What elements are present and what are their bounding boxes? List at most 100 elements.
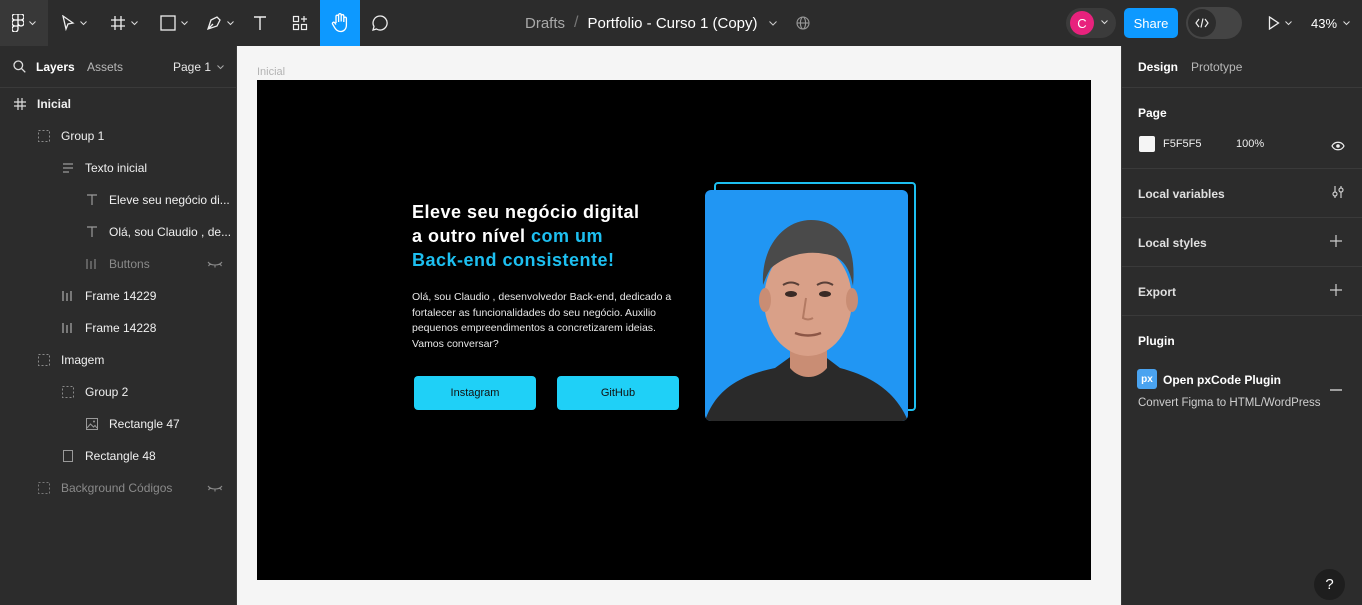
pen-icon	[206, 16, 221, 31]
layer-name: Buttons	[109, 257, 150, 271]
search-icon[interactable]	[13, 60, 26, 73]
page-color-value[interactable]: F5F5F5	[1163, 138, 1202, 150]
breadcrumb-separator: /	[574, 14, 579, 31]
move-tool-button[interactable]	[52, 0, 96, 46]
pointer-icon	[62, 15, 75, 31]
file-name[interactable]: Portfolio - Curso 1 (Copy)	[587, 15, 757, 32]
right-panel-tabs: Design Prototype	[1122, 46, 1362, 88]
variables-icon[interactable]	[1331, 185, 1345, 204]
layer-frame-14229[interactable]: Frame 14229	[0, 280, 236, 312]
rectangle-icon	[61, 449, 75, 463]
headline-line-2-accent: com um	[531, 226, 604, 246]
chevron-down-icon	[1343, 20, 1350, 25]
chevron-down-icon	[80, 20, 87, 25]
comment-icon	[372, 15, 388, 31]
resources-tool-button[interactable]	[284, 0, 316, 46]
group-icon	[37, 129, 51, 143]
figma-app: Drafts / Portfolio - Curso 1 (Copy) C Sh…	[0, 0, 1362, 605]
text-tool-button[interactable]	[244, 0, 276, 46]
layers-panel: Layers Assets Page 1 Inicial Group 1 Tex…	[0, 46, 237, 605]
frame-label[interactable]: Inicial	[257, 66, 285, 78]
auto-layout-horizontal-icon	[61, 289, 75, 303]
layer-rectangle-48[interactable]: Rectangle 48	[0, 440, 236, 472]
layer-name: Eleve seu negócio di...	[109, 193, 230, 207]
shape-tool-button[interactable]	[152, 0, 196, 46]
plugin-name[interactable]: Open pxCode Plugin	[1163, 373, 1281, 387]
chevron-down-icon[interactable]	[768, 20, 777, 26]
dev-mode-toggle[interactable]	[1186, 7, 1242, 39]
layer-rectangle-47[interactable]: Rectangle 47	[0, 408, 236, 440]
plugin-section: Plugin px Open pxCode Plugin Convert Fig…	[1122, 316, 1362, 436]
present-button[interactable]	[1262, 0, 1298, 46]
layer-buttons[interactable]: Buttons	[0, 248, 236, 280]
auto-layout-horizontal-icon	[85, 257, 99, 271]
globe-icon	[796, 16, 810, 30]
layer-frame-14228[interactable]: Frame 14228	[0, 312, 236, 344]
page-color-swatch[interactable]	[1139, 136, 1155, 152]
visibility-eye-icon[interactable]	[1331, 138, 1345, 156]
breadcrumb-drafts[interactable]: Drafts	[525, 15, 565, 32]
instagram-button[interactable]: Instagram	[414, 376, 536, 410]
image-icon	[85, 417, 99, 431]
layer-imagem[interactable]: Imagem	[0, 344, 236, 376]
layer-text-paragraph[interactable]: Olá, sou Claudio , de...	[0, 216, 236, 248]
chevron-down-icon	[29, 20, 36, 25]
share-button[interactable]: Share	[1124, 8, 1178, 38]
pen-tool-button[interactable]	[198, 0, 242, 46]
layer-name: Group 1	[61, 129, 105, 143]
export-section[interactable]: Export	[1122, 267, 1362, 316]
page-opacity-value[interactable]: 100%	[1236, 138, 1264, 150]
tab-assets[interactable]: Assets	[87, 46, 123, 88]
layer-group-1[interactable]: Group 1	[0, 120, 236, 152]
frame-icon	[111, 16, 125, 30]
text-icon	[254, 16, 266, 30]
layer-group-2[interactable]: Group 2	[0, 376, 236, 408]
figma-logo-icon	[12, 14, 24, 32]
add-export-plus-icon[interactable]	[1330, 280, 1342, 301]
layer-name: Rectangle 47	[109, 417, 180, 431]
zoom-dropdown[interactable]: 43%	[1311, 0, 1350, 46]
chevron-down-icon	[181, 20, 188, 25]
layer-name: Background Códigos	[61, 481, 173, 495]
components-icon	[292, 15, 308, 31]
layer-texto-inicial[interactable]: Texto inicial	[0, 152, 236, 184]
layer-background-codigos[interactable]: Background Códigos	[0, 472, 236, 504]
group-icon	[37, 481, 51, 495]
headline[interactable]: Eleve seu negócio digital a outro nível …	[412, 200, 682, 272]
local-styles-section[interactable]: Local styles	[1122, 218, 1362, 267]
layer-inicial[interactable]: Inicial	[0, 88, 236, 120]
page-selector-label: Page 1	[173, 60, 212, 74]
plugin-section-title: Plugin	[1138, 334, 1175, 348]
play-icon	[1268, 16, 1280, 30]
hidden-eye-icon[interactable]	[207, 257, 223, 271]
intro-paragraph[interactable]: Olá, sou Claudio , desenvolvedor Back-en…	[412, 290, 672, 352]
collapse-minus-icon[interactable]	[1330, 378, 1342, 396]
frame-tool-button[interactable]	[102, 0, 146, 46]
main-menu-button[interactable]	[0, 0, 48, 46]
comment-tool-button[interactable]	[364, 0, 396, 46]
page-selector[interactable]: Page 1	[173, 46, 224, 88]
add-style-plus-icon[interactable]	[1330, 231, 1342, 252]
tab-layers[interactable]: Layers	[36, 46, 75, 88]
profile-photo[interactable]	[705, 190, 908, 421]
tab-design[interactable]: Design	[1138, 60, 1178, 74]
export-title: Export	[1138, 285, 1177, 299]
toolbar: Drafts / Portfolio - Curso 1 (Copy) C Sh…	[0, 0, 1362, 46]
code-icon	[1195, 18, 1209, 28]
local-variables-section[interactable]: Local variables	[1122, 169, 1362, 218]
frame-inicial[interactable]: Eleve seu negócio digital a outro nível …	[257, 80, 1091, 580]
frame-icon	[13, 97, 27, 111]
tab-prototype[interactable]: Prototype	[1191, 60, 1242, 74]
layer-text-headline[interactable]: Eleve seu negócio di...	[0, 184, 236, 216]
left-panel-tabs: Layers Assets Page 1	[0, 46, 236, 88]
plugin-description: Convert Figma to HTML/WordPress	[1138, 397, 1321, 409]
auto-layout-horizontal-icon	[61, 321, 75, 335]
avatar[interactable]: C	[1070, 11, 1094, 35]
github-button[interactable]: GitHub	[557, 376, 679, 410]
hand-tool-button[interactable]	[320, 0, 360, 46]
help-button[interactable]: ?	[1314, 569, 1345, 600]
canvas[interactable]: Inicial Eleve seu negócio digital a outr…	[237, 46, 1121, 605]
globe-button[interactable]	[793, 0, 813, 46]
chevron-down-icon	[217, 64, 224, 69]
hidden-eye-icon[interactable]	[207, 481, 223, 495]
